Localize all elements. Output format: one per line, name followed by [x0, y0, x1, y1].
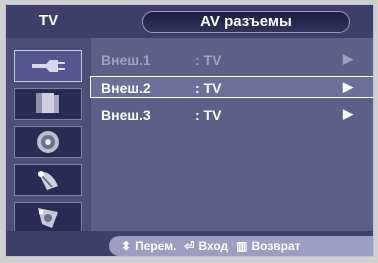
channel-satellite-icon [38, 171, 58, 190]
move-hint-label: Перем. [135, 239, 177, 253]
chevron-right-icon: ▶ [343, 106, 353, 121]
sidebar-item-setup[interactable] [14, 202, 82, 234]
sound-speaker-icon [37, 131, 59, 153]
sidebar-item-sound[interactable] [14, 126, 82, 158]
sidebar [6, 38, 91, 234]
footer-bar: ⬍ Перем. ⏎ Вход ▥ Возврат [6, 231, 373, 256]
return-hint-label: Возврат [251, 239, 301, 253]
av-menu: Внеш.1 : TV ▶ Внеш.2 : TV ▶ Внеш.3 : TV … [90, 38, 373, 231]
antenna-plug-icon [32, 60, 65, 72]
menu-row-label: Внеш.3 [101, 107, 151, 123]
menu-row-label: Внеш.1 [101, 52, 151, 68]
setup-icon [38, 208, 58, 228]
page-title: AV разъемы [142, 11, 350, 33]
move-updown-icon: ⬍ [121, 239, 132, 253]
enter-hint-label: Вход [198, 239, 229, 253]
menu-row-label: Внеш.2 [101, 80, 151, 96]
chevron-right-icon: ▶ [343, 51, 353, 66]
header-bar: TV AV разъемы [6, 5, 373, 38]
source-label: TV [38, 12, 59, 29]
sidebar-item-channel[interactable] [14, 164, 82, 196]
menu-row-ext3[interactable]: Внеш.3 : TV ▶ [91, 104, 373, 126]
chevron-right-icon: ▶ [343, 79, 353, 94]
sidebar-item-picture[interactable] [14, 88, 82, 120]
picture-icon [36, 93, 59, 113]
key-hints: ⬍ Перем. ⏎ Вход ▥ Возврат [109, 236, 373, 256]
osd-window: TV AV разъемы Внеш.1: TV ▶ Внеш.2: TV … [5, 4, 374, 257]
menu-row-value: : TV [195, 80, 222, 96]
menu-row-ext1[interactable]: Внеш.1 : TV ▶ [91, 49, 373, 71]
screen-frame: TV AV разъемы Внеш.1: TV ▶ Внеш.2: TV … [0, 0, 378, 263]
enter-icon: ⏎ [184, 239, 195, 253]
return-icon: ▥ [236, 239, 248, 253]
sidebar-item-input[interactable] [14, 50, 82, 82]
menu-row-value: : TV [195, 52, 222, 68]
menu-row-value: : TV [195, 107, 222, 123]
menu-row-ext2[interactable]: Внеш.2 : TV ▶ [90, 76, 373, 98]
